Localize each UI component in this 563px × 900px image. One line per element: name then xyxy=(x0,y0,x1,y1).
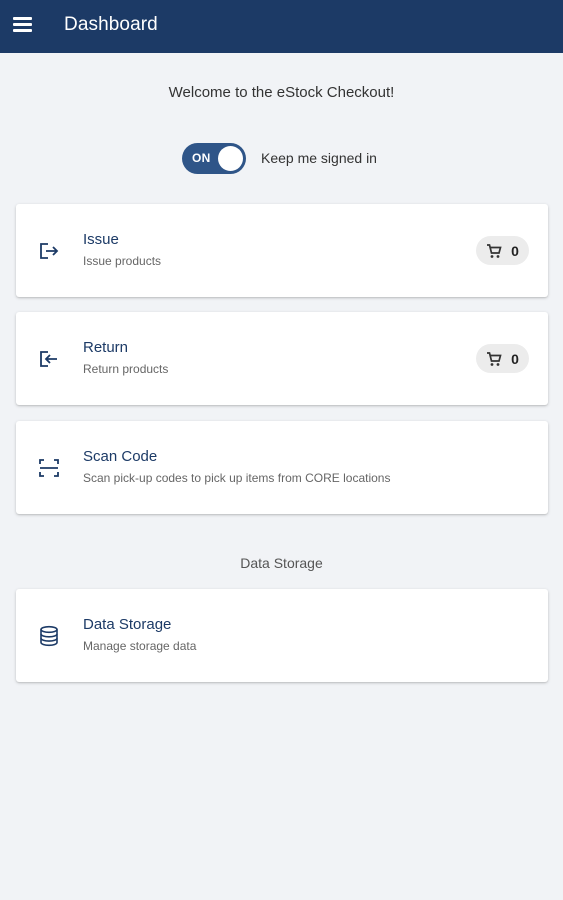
keep-signed-in-row: ON Keep me signed in xyxy=(182,142,377,174)
issue-icon xyxy=(38,240,60,262)
toggle-knob xyxy=(218,145,243,171)
cart-icon xyxy=(487,243,502,258)
return-cart-count: 0 xyxy=(511,350,519,367)
scan-code-card[interactable]: Scan Code Scan pick-up codes to pick up … xyxy=(16,421,548,514)
issue-card[interactable]: Issue Issue products 0 xyxy=(16,204,548,297)
scan-code-subtitle: Scan pick-up codes to pick up items from… xyxy=(83,471,391,485)
issue-cart-count: 0 xyxy=(511,242,519,259)
page-title: Dashboard xyxy=(64,14,158,35)
data-storage-subtitle: Manage storage data xyxy=(83,639,197,653)
welcome-message: Welcome to the eStock Checkout! xyxy=(168,84,395,101)
return-card[interactable]: Return Return products 0 xyxy=(16,312,548,405)
scan-icon xyxy=(38,457,60,479)
issue-title: Issue xyxy=(83,231,119,248)
return-cart-badge[interactable]: 0 xyxy=(476,344,529,373)
keep-signed-in-label: Keep me signed in xyxy=(261,150,377,166)
app-bar: Dashboard xyxy=(0,0,563,53)
database-icon xyxy=(38,625,60,647)
return-icon xyxy=(38,348,60,370)
scan-code-title: Scan Code xyxy=(83,448,158,465)
section-title-data-storage: Data Storage xyxy=(240,555,323,571)
keep-signed-in-toggle[interactable]: ON xyxy=(182,142,246,174)
data-storage-card[interactable]: Data Storage Manage storage data xyxy=(16,589,548,682)
return-subtitle: Return products xyxy=(83,362,169,376)
hamburger-menu-icon[interactable] xyxy=(13,17,33,35)
issue-cart-badge[interactable]: 0 xyxy=(476,236,529,265)
cart-icon xyxy=(487,351,502,366)
return-title: Return xyxy=(83,339,129,356)
data-storage-title: Data Storage xyxy=(83,616,172,633)
issue-subtitle: Issue products xyxy=(83,254,162,268)
toggle-state-text: ON xyxy=(192,150,211,165)
